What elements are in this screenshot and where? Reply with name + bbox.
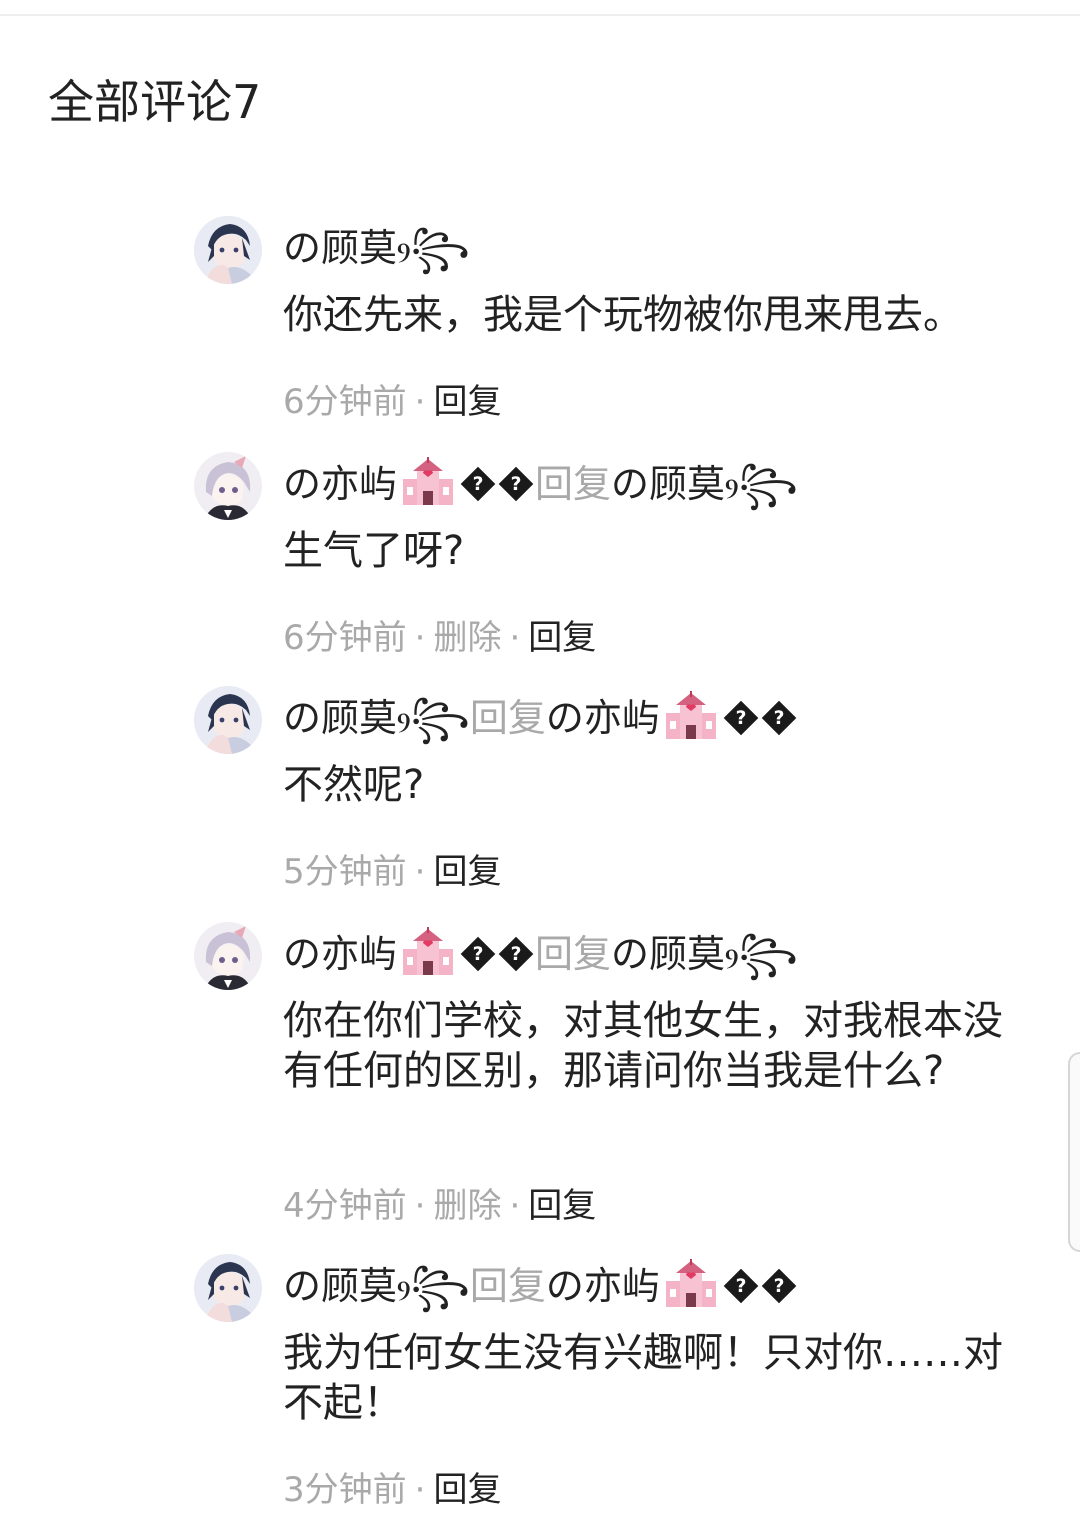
- reply-to-name[interactable]: の亦屿: [546, 1264, 660, 1308]
- delete-button[interactable]: 删除: [433, 1186, 501, 1226]
- meta-separator: ·: [414, 382, 426, 422]
- meta-separator: ·: [509, 618, 521, 658]
- church-icon: [665, 1259, 716, 1307]
- author-name[interactable]: の顾莫ⳋ꧂: [283, 226, 470, 270]
- reply-word: 回复: [535, 462, 612, 506]
- replacement-glyph-icon: ?: [498, 936, 534, 972]
- comment-text: 你还先来，我是个玩物被你甩来甩去。: [283, 292, 963, 338]
- reply-button[interactable]: 回复: [433, 852, 501, 892]
- reply-button[interactable]: 回复: [433, 382, 501, 422]
- reply-word: 回复: [469, 696, 546, 740]
- replacement-glyph-icon: ?: [460, 466, 496, 502]
- replacement-glyph-icon: ?: [761, 1268, 797, 1304]
- author-name[interactable]: の顾莫ⳋ꧂: [283, 1264, 470, 1308]
- reply-button[interactable]: 回复: [528, 618, 596, 658]
- comment-time: 4分钟前: [283, 1186, 407, 1226]
- reply-to-name[interactable]: の顾莫ⳋ꧂: [611, 462, 798, 506]
- avatar-gumo[interactable]: [194, 1254, 262, 1322]
- comment-meta: 4分钟前 · 删除 · 回复: [283, 1184, 596, 1228]
- comment-meta: 6分钟前 · 回复: [283, 380, 501, 424]
- meta-separator: ·: [414, 852, 426, 892]
- replacement-glyph-icon: ?: [460, 936, 496, 972]
- comment-author-line: の顾莫ⳋ꧂回复の亦屿 ??: [283, 1258, 798, 1314]
- comment-time: 6分钟前: [283, 618, 407, 658]
- church-icon: [403, 457, 454, 505]
- replacement-glyph-icon: ?: [723, 1268, 759, 1304]
- scroll-handle[interactable]: [1068, 1052, 1080, 1252]
- delete-button[interactable]: 删除: [433, 618, 501, 658]
- reply-word: 回复: [535, 932, 612, 976]
- comment-author-line: の亦屿 ?? 回复の顾莫ⳋ꧂: [283, 456, 798, 512]
- avatar-yiyu[interactable]: [194, 452, 262, 520]
- author-name[interactable]: の亦屿: [283, 462, 397, 506]
- meta-separator: ·: [414, 1470, 426, 1510]
- comment-author-line: の顾莫ⳋ꧂回复の亦屿 ??: [283, 690, 798, 746]
- comment-text: 我为任何女生没有兴趣啊！只对你……对不起！: [283, 1330, 1003, 1426]
- comment-meta: 6分钟前 · 删除 · 回复: [283, 616, 596, 660]
- avatar-yiyu[interactable]: [194, 922, 262, 990]
- comment-text: 生气了呀?: [283, 528, 465, 574]
- comment-time: 5分钟前: [283, 852, 407, 892]
- comment-meta: 5分钟前 · 回复: [283, 850, 501, 894]
- comment-time: 6分钟前: [283, 382, 407, 422]
- comments-section-title: 全部评论7: [48, 75, 262, 129]
- avatar-gumo[interactable]: [194, 686, 262, 754]
- comment-meta: 3分钟前 · 回复: [283, 1468, 501, 1512]
- comment-time: 3分钟前: [283, 1470, 407, 1510]
- comment-text: 不然呢?: [283, 762, 425, 808]
- church-icon: [665, 691, 716, 739]
- reply-word: 回复: [469, 1264, 546, 1308]
- replacement-glyph-icon: ?: [498, 466, 534, 502]
- top-divider: [0, 14, 1080, 16]
- reply-button[interactable]: 回复: [433, 1470, 501, 1510]
- church-icon: [403, 927, 454, 975]
- avatar-gumo[interactable]: [194, 216, 262, 284]
- meta-separator: ·: [509, 1186, 521, 1226]
- replacement-glyph-icon: ?: [761, 700, 797, 736]
- author-name[interactable]: の顾莫ⳋ꧂: [283, 696, 470, 740]
- meta-separator: ·: [414, 1186, 426, 1226]
- comment-text: 你在你们学校，对其他女生，对我根本没有任何的区别，那请问你当我是什么?: [283, 998, 1003, 1094]
- replacement-glyph-icon: ?: [723, 700, 759, 736]
- reply-to-name[interactable]: の顾莫ⳋ꧂: [611, 932, 798, 976]
- author-name[interactable]: の亦屿: [283, 932, 397, 976]
- reply-to-name[interactable]: の亦屿: [546, 696, 660, 740]
- comment-author-line: の亦屿 ?? 回复の顾莫ⳋ꧂: [283, 926, 798, 982]
- reply-button[interactable]: 回复: [528, 1186, 596, 1226]
- comment-author-line: の顾莫ⳋ꧂: [283, 220, 470, 276]
- meta-separator: ·: [414, 618, 426, 658]
